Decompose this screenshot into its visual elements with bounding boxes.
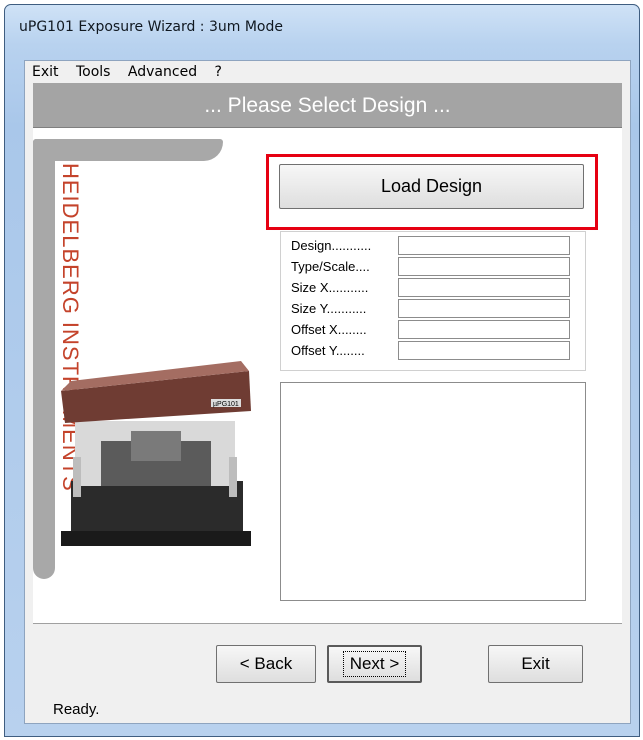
offset-x-value [398,320,570,339]
menu-item-tools[interactable]: Tools [69,64,117,80]
client-area: Exit Tools Advanced ? ... Please Select … [24,60,631,724]
back-label: < Back [239,654,293,673]
step-title: ... Please Select Design ... [33,83,622,128]
sidebar-strip-shape [33,139,55,579]
design-notes-area[interactable] [280,382,586,601]
size-y-value [398,299,570,318]
size-x-label: Size X........... [291,280,369,295]
menu-item-advanced[interactable]: Advanced [121,64,203,80]
machine-image: µPG101 [61,361,251,546]
brand-sidebar: HEIDELBERG INSTRUMENTS µPG101 [33,133,251,584]
design-info-box: Design........... Type/Scale.... Size X.… [280,231,586,371]
exit-button[interactable]: Exit [488,645,583,683]
size-x-value [398,278,570,297]
offset-x-label: Offset X........ [291,322,367,337]
exit-label: Exit [521,654,550,673]
design-label: Design........... [291,238,372,253]
menu-item-exit[interactable]: Exit [25,64,65,80]
back-button[interactable]: < Back [216,645,316,683]
machine-label: µPG101 [213,401,239,408]
offset-y-label: Offset Y........ [291,343,365,358]
menu-item-help[interactable]: ? [208,64,228,80]
status-text: Ready. [53,701,100,718]
app-window: uPG101 Exposure Wizard : 3um Mode Exit T… [4,4,640,737]
menu-bar: Exit Tools Advanced ? [25,61,630,83]
offset-y-value [398,341,570,360]
sidebar-tab-shape [33,139,223,161]
next-button[interactable]: Next > [327,645,422,683]
next-label: Next > [342,651,407,677]
size-y-label: Size Y........... [291,301,367,316]
type-scale-value [398,257,570,276]
design-value [398,236,570,255]
type-scale-label: Type/Scale.... [291,259,370,274]
window-title: uPG101 Exposure Wizard : 3um Mode [19,19,283,35]
load-design-button[interactable]: Load Design [279,164,584,209]
